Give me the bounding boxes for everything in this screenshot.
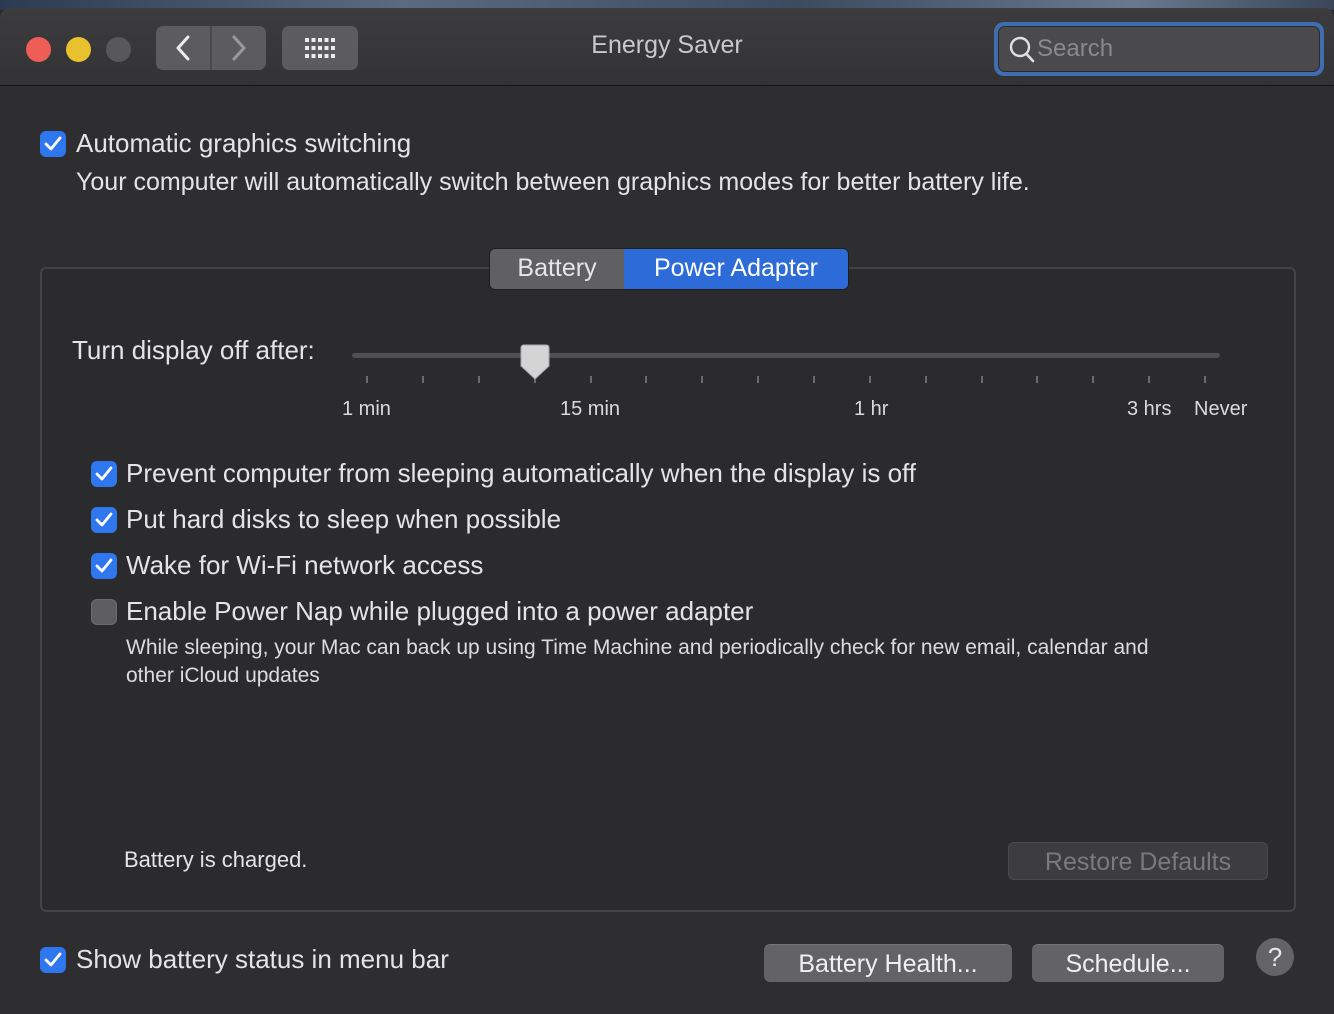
search-field-focus-ring (994, 22, 1324, 76)
energy-saver-window: Energy Saver Automatic graphics switchin… (0, 8, 1334, 1014)
slider-tick (1092, 376, 1094, 383)
search-input[interactable] (1037, 27, 1307, 71)
help-button[interactable]: ? (1256, 938, 1294, 976)
prevent-sleep-checkbox[interactable] (91, 461, 117, 487)
checkmark-icon (95, 558, 113, 573)
slider-tick (422, 376, 424, 383)
power-nap-checkbox[interactable] (91, 599, 117, 625)
graphics-switching-description: Your computer will automatically switch … (76, 168, 1030, 196)
slider-tick (1148, 376, 1150, 383)
slider-tick (925, 376, 927, 383)
power-source-tabs: Battery Power Adapter (489, 248, 849, 290)
slider-tick (757, 376, 759, 383)
tick-label-3-hrs: 3 hrs (1127, 398, 1172, 420)
checkmark-icon (44, 136, 62, 151)
slider-tick (1204, 376, 1206, 383)
checkmark-icon (95, 512, 113, 527)
graphics-switching-checkbox[interactable] (40, 131, 66, 157)
tab-battery[interactable]: Battery (490, 249, 624, 289)
display-off-slider-track[interactable] (352, 353, 1220, 358)
hard-disk-sleep-label: Put hard disks to sleep when possible (126, 504, 562, 534)
prevent-sleep-label: Prevent computer from sleeping automatic… (126, 458, 917, 488)
wake-wifi-checkbox[interactable] (91, 553, 117, 579)
search-field[interactable] (998, 26, 1320, 72)
slider-tick (590, 376, 592, 383)
battery-health-button[interactable]: Battery Health... (764, 944, 1012, 982)
slider-tick (366, 376, 368, 383)
tick-label-1-min: 1 min (342, 398, 391, 420)
slider-tick (645, 376, 647, 383)
hard-disk-sleep-checkbox[interactable] (91, 507, 117, 533)
tick-label-1-hr: 1 hr (854, 398, 889, 420)
battery-status-text: Battery is charged. (124, 847, 308, 872)
power-nap-label: Enable Power Nap while plugged into a po… (126, 596, 754, 626)
checkmark-icon (44, 952, 62, 967)
tick-label-15-min: 15 min (560, 398, 621, 420)
tick-label-never: Never (1194, 398, 1248, 420)
slider-tick (478, 376, 480, 383)
restore-defaults-button[interactable]: Restore Defaults (1008, 842, 1268, 880)
graphics-switching-label: Automatic graphics switching (76, 128, 412, 158)
slider-tick (1036, 376, 1038, 383)
power-nap-description: While sleeping, your Mac can back up usi… (126, 636, 1149, 687)
slider-tick (701, 376, 703, 383)
display-off-label: Turn display off after: (72, 335, 315, 365)
slider-tick (813, 376, 815, 383)
wake-wifi-label: Wake for Wi-Fi network access (126, 550, 484, 580)
display-off-slider-thumb[interactable] (520, 344, 550, 380)
show-battery-status-label: Show battery status in menu bar (76, 944, 449, 974)
title-bar: Energy Saver (0, 8, 1334, 86)
slider-tick (869, 376, 871, 383)
search-icon (1009, 36, 1035, 63)
show-battery-status-checkbox[interactable] (40, 947, 66, 973)
slider-tick (981, 376, 983, 383)
tab-power-adapter[interactable]: Power Adapter (624, 249, 848, 289)
checkmark-icon (95, 466, 113, 481)
schedule-button[interactable]: Schedule... (1032, 944, 1224, 982)
